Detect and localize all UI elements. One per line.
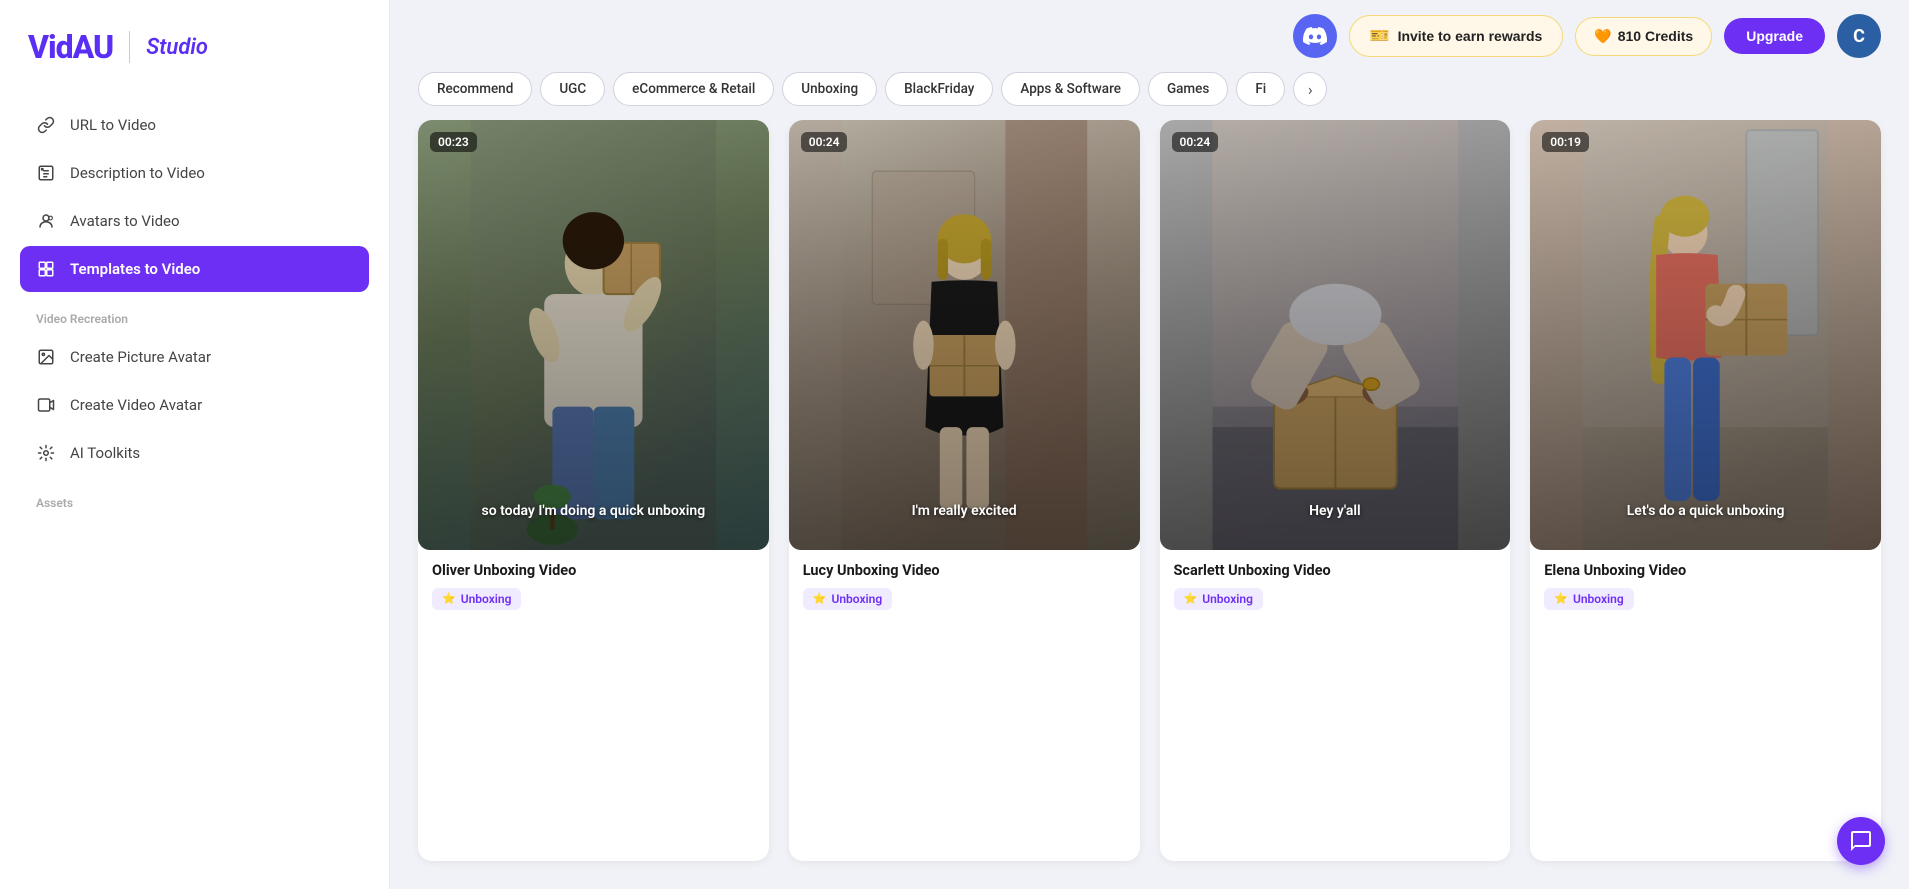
sidebar: VidAU Studio URL to Video Description (0, 0, 390, 889)
tag-star-icon-oliver: ⭐ (442, 592, 456, 605)
nav-picture-avatar-label: Create Picture Avatar (70, 348, 211, 366)
filter-recommend[interactable]: Recommend (418, 72, 532, 106)
filter-ugc[interactable]: UGC (540, 72, 605, 106)
chat-widget-button[interactable] (1837, 817, 1885, 865)
templates-icon (36, 259, 56, 279)
nav-ai-toolkits[interactable]: AI Toolkits (20, 430, 369, 476)
video-duration-scarlett: 00:24 (1172, 132, 1219, 152)
user-avatar[interactable]: C (1837, 14, 1881, 58)
nav-description-label: Description to Video (70, 164, 205, 182)
credits-heart-icon: 🧡 (1594, 28, 1611, 45)
nav-create-picture-avatar[interactable]: Create Picture Avatar (20, 334, 369, 380)
video-title-scarlett: Scarlett Unboxing Video (1174, 562, 1497, 579)
video-info-lucy: Lucy Unboxing Video ⭐ Unboxing (789, 550, 1140, 624)
discord-button[interactable] (1293, 14, 1337, 58)
video-card-elena[interactable]: 00:19 Let's do a quick unboxing Elena Un… (1530, 120, 1881, 861)
video-info-scarlett: Scarlett Unboxing Video ⭐ Unboxing (1160, 550, 1511, 624)
video-tag-oliver: ⭐ Unboxing (432, 588, 521, 610)
invite-icon: 🎫 (1370, 26, 1390, 46)
picture-avatar-icon (36, 347, 56, 367)
credits-button[interactable]: 🧡 810 Credits (1575, 17, 1712, 56)
filter-next-button[interactable]: › (1293, 72, 1327, 106)
link-icon (36, 115, 56, 135)
filter-fi[interactable]: Fi (1236, 72, 1285, 106)
video-caption-elena: Let's do a quick unboxing (1530, 502, 1881, 522)
section-assets-label: Assets (20, 478, 369, 518)
tag-label-lucy: Unboxing (831, 592, 882, 606)
nav-avatars-label: Avatars to Video (70, 212, 180, 230)
filter-ecommerce[interactable]: eCommerce & Retail (613, 72, 774, 106)
video-tag-scarlett: ⭐ Unboxing (1174, 588, 1263, 610)
video-thumb-scarlett: 00:24 Hey y'all (1160, 120, 1511, 550)
topbar: 🎫 Invite to earn rewards 🧡 810 Credits U… (390, 0, 1909, 72)
tag-label-scarlett: Unboxing (1202, 592, 1253, 606)
filter-bar: Recommend UGC eCommerce & Retail Unboxin… (390, 72, 1909, 120)
video-thumb-oliver: 00:23 so today I'm doing a quick unboxin… (418, 120, 769, 550)
video-caption-oliver: so today I'm doing a quick unboxing (418, 502, 769, 522)
thumb-gradient-lucy (789, 120, 1140, 550)
video-tag-elena: ⭐ Unboxing (1544, 588, 1633, 610)
tag-star-icon-lucy: ⭐ (813, 592, 827, 605)
video-card-oliver[interactable]: 00:23 so today I'm doing a quick unboxin… (418, 120, 769, 861)
nav-avatars-to-video[interactable]: Avatars to Video (20, 198, 369, 244)
nav-url-to-video[interactable]: URL to Video (20, 102, 369, 148)
video-title-lucy: Lucy Unboxing Video (803, 562, 1126, 579)
video-duration-elena: 00:19 (1542, 132, 1589, 152)
nav-templates-to-video[interactable]: Templates to Video (20, 246, 369, 292)
video-title-oliver: Oliver Unboxing Video (432, 562, 755, 579)
video-card-scarlett[interactable]: 00:24 Hey y'all Scarlett Unboxing Video … (1160, 120, 1511, 861)
logo-area: VidAU Studio (20, 28, 369, 66)
filter-unboxing[interactable]: Unboxing (782, 72, 877, 106)
nav-ai-toolkits-label: AI Toolkits (70, 444, 140, 462)
thumb-gradient-oliver (418, 120, 769, 550)
logo-divider (129, 31, 130, 63)
video-grid: 00:23 so today I'm doing a quick unboxin… (390, 120, 1909, 889)
video-thumb-lucy: 00:24 I'm really excited (789, 120, 1140, 550)
logo-studio: Studio (146, 35, 208, 60)
tag-star-icon-scarlett: ⭐ (1184, 592, 1198, 605)
avatars-icon (36, 211, 56, 231)
main-nav: URL to Video Description to Video Av (20, 102, 369, 294)
video-caption-scarlett: Hey y'all (1160, 502, 1511, 522)
video-caption-lucy: I'm really excited (789, 502, 1140, 522)
tag-star-icon-elena: ⭐ (1554, 592, 1568, 605)
video-title-elena: Elena Unboxing Video (1544, 562, 1867, 579)
recreation-nav: Create Picture Avatar Create Video Avata… (20, 334, 369, 478)
thumb-gradient-elena (1530, 120, 1881, 550)
avatar-letter: C (1853, 26, 1865, 47)
video-thumb-elena: 00:19 Let's do a quick unboxing (1530, 120, 1881, 550)
tag-label-oliver: Unboxing (461, 592, 512, 606)
nav-templates-label: Templates to Video (70, 260, 200, 278)
video-duration-oliver: 00:23 (430, 132, 477, 152)
logo-text: VidAU (28, 28, 113, 66)
tag-label-elena: Unboxing (1573, 592, 1624, 606)
video-card-lucy[interactable]: 00:24 I'm really excited Lucy Unboxing V… (789, 120, 1140, 861)
nav-description-to-video[interactable]: Description to Video (20, 150, 369, 196)
video-info-oliver: Oliver Unboxing Video ⭐ Unboxing (418, 550, 769, 624)
thumb-gradient-scarlett (1160, 120, 1511, 550)
invite-label: Invite to earn rewards (1398, 28, 1543, 44)
video-tag-lucy: ⭐ Unboxing (803, 588, 892, 610)
ai-toolkits-icon (36, 443, 56, 463)
section-recreation-label: Video Recreation (20, 294, 369, 334)
description-icon (36, 163, 56, 183)
filter-blackfriday[interactable]: BlackFriday (885, 72, 993, 106)
upgrade-button[interactable]: Upgrade (1724, 18, 1825, 54)
filter-apps-software[interactable]: Apps & Software (1001, 72, 1140, 106)
filter-games[interactable]: Games (1148, 72, 1228, 106)
video-duration-lucy: 00:24 (801, 132, 848, 152)
nav-create-video-avatar[interactable]: Create Video Avatar (20, 382, 369, 428)
credits-label: 810 Credits (1618, 28, 1693, 44)
invite-button[interactable]: 🎫 Invite to earn rewards (1349, 15, 1564, 57)
main-content: 🎫 Invite to earn rewards 🧡 810 Credits U… (390, 0, 1909, 889)
video-info-elena: Elena Unboxing Video ⭐ Unboxing (1530, 550, 1881, 624)
nav-video-avatar-label: Create Video Avatar (70, 396, 202, 414)
nav-url-label: URL to Video (70, 116, 156, 134)
video-avatar-icon (36, 395, 56, 415)
